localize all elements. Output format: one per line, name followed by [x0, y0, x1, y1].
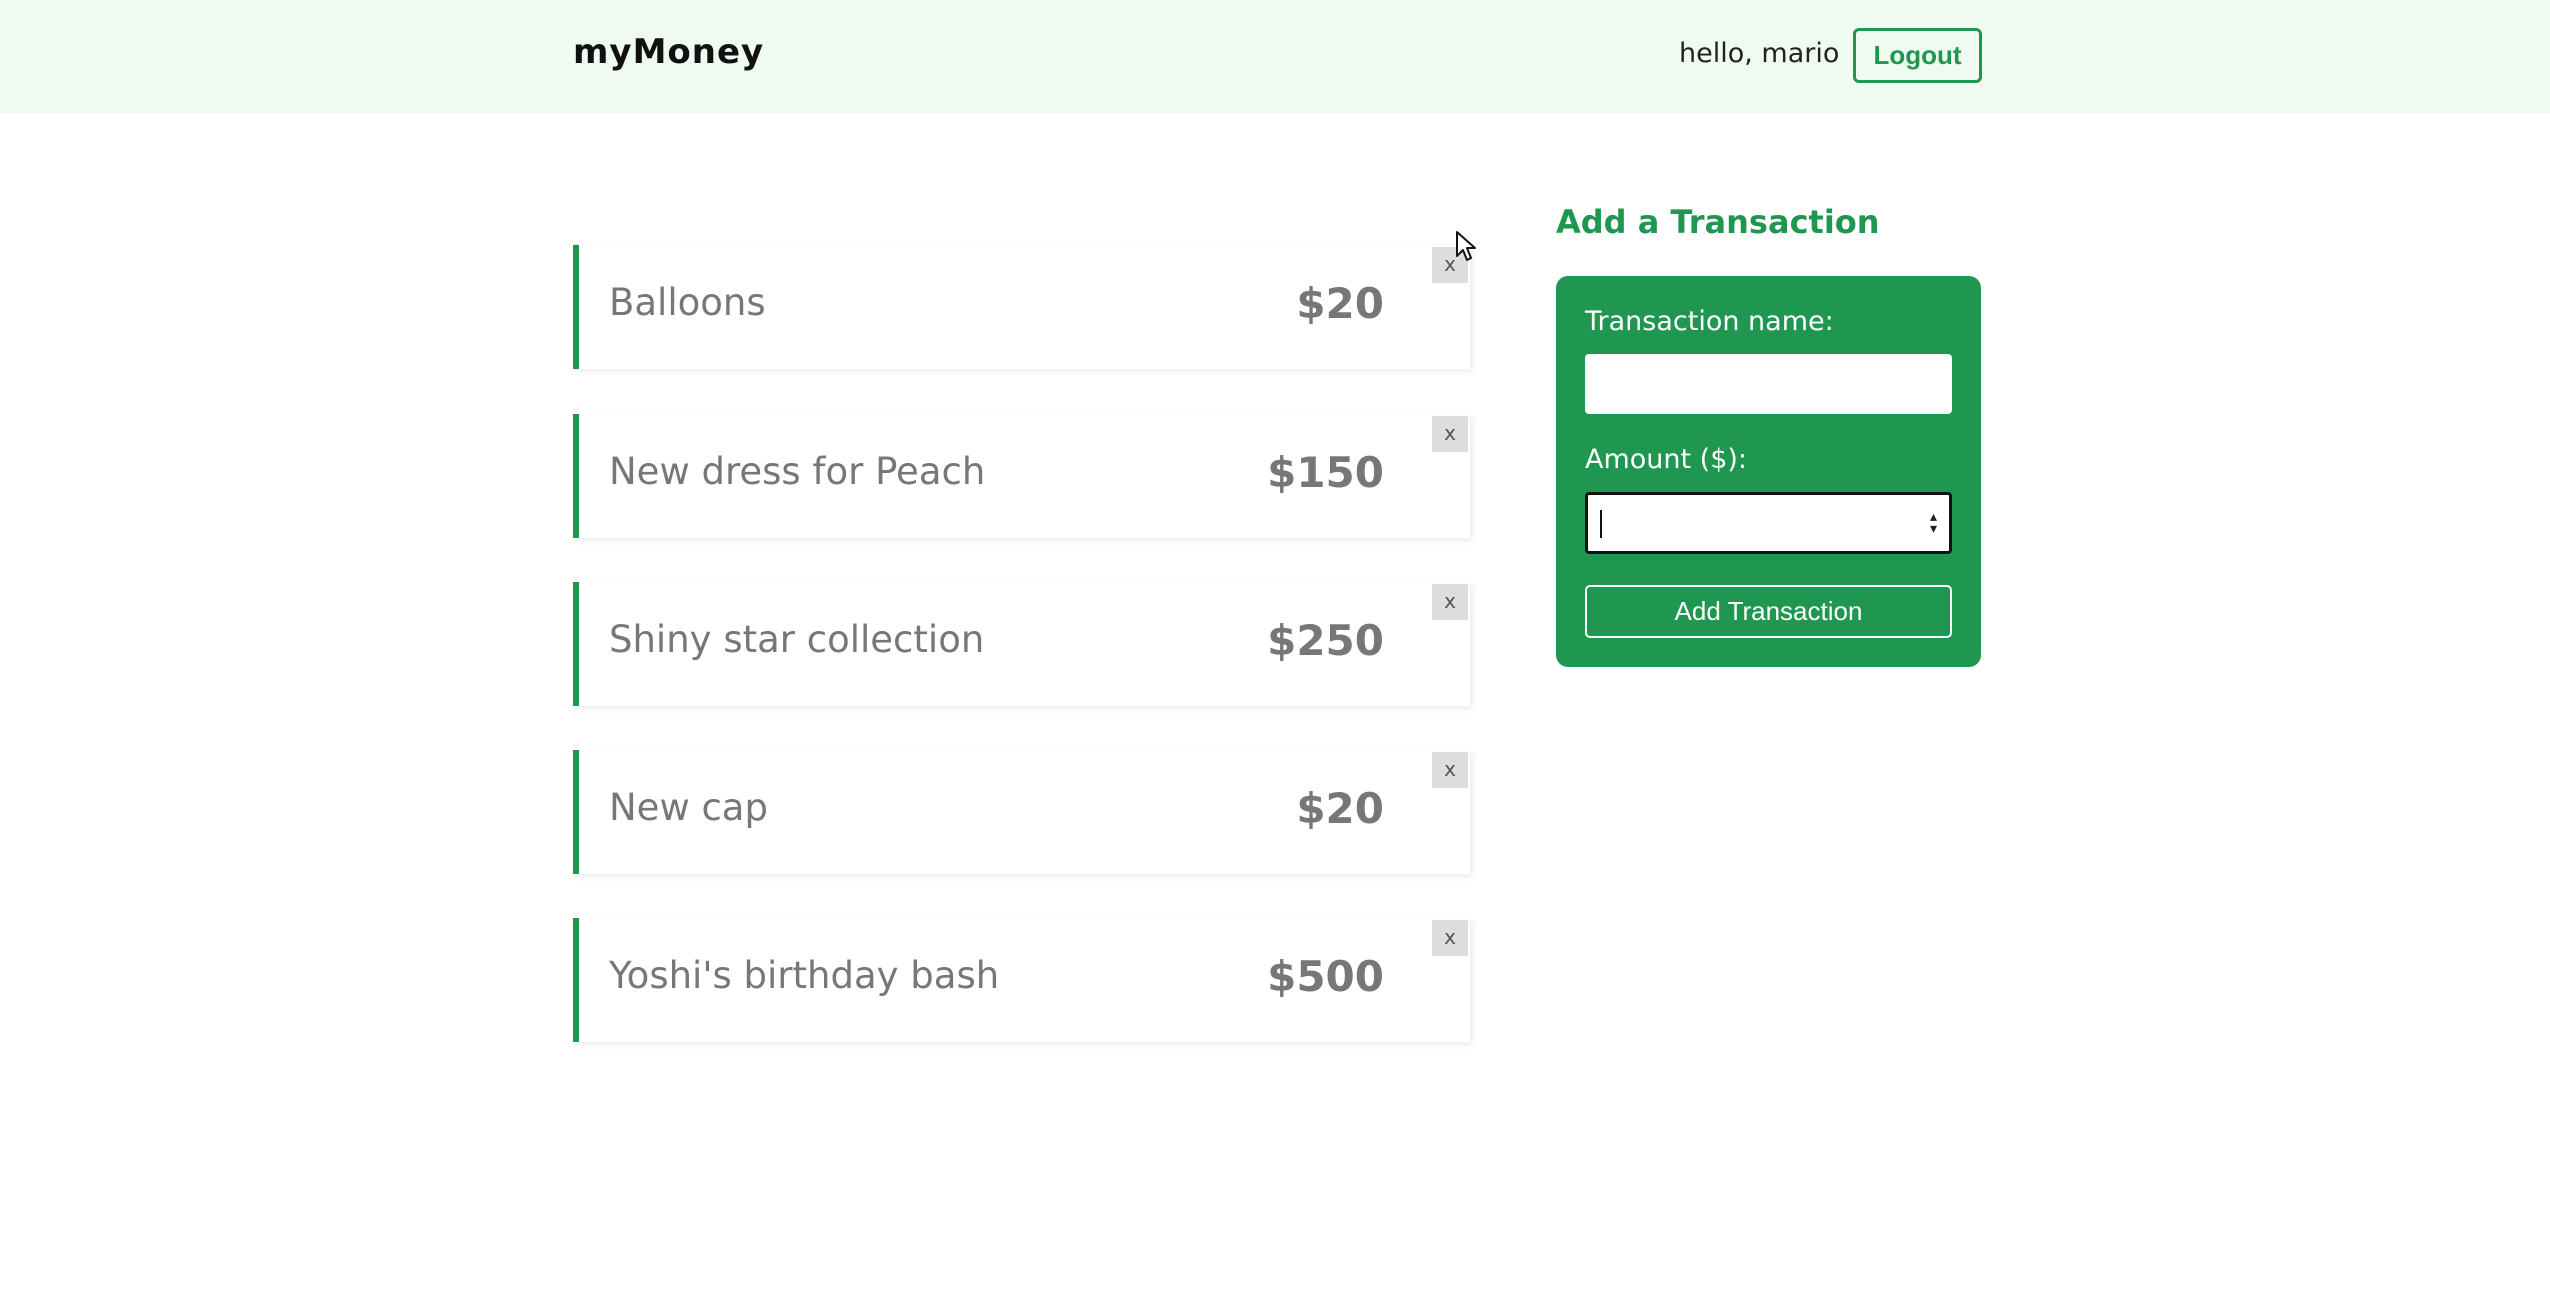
transaction-name-label: Transaction name: — [1585, 306, 1834, 337]
amount-label: Amount ($): — [1585, 444, 1748, 475]
brand-logo[interactable]: myMoney — [573, 32, 764, 72]
transaction-amount: $150 — [1267, 448, 1384, 497]
transaction-name: Yoshi's birthday bash — [609, 954, 1000, 997]
navbar: myMoney hello, mario Logout — [0, 0, 2550, 113]
amount-input[interactable]: ▴ ▾ — [1585, 492, 1952, 554]
add-transaction-form: Transaction name: Amount ($): ▴ ▾ Add Tra… — [1556, 276, 1981, 667]
transaction-amount: $20 — [1296, 784, 1384, 833]
transaction-name: New cap — [609, 786, 768, 829]
delete-transaction-button[interactable]: x — [1432, 584, 1468, 620]
transaction-item: Shiny star collection $250 x — [573, 582, 1470, 706]
transaction-amount: $20 — [1296, 279, 1384, 328]
transaction-item: New cap $20 x — [573, 750, 1470, 874]
delete-transaction-button[interactable]: x — [1432, 416, 1468, 452]
delete-transaction-button[interactable]: x — [1432, 752, 1468, 788]
text-caret — [1600, 510, 1602, 538]
transaction-amount: $250 — [1267, 616, 1384, 665]
transaction-item: Yoshi's birthday bash $500 x — [573, 918, 1470, 1042]
add-transaction-title: Add a Transaction — [1556, 203, 1880, 241]
delete-transaction-button[interactable]: x — [1432, 920, 1468, 956]
add-transaction-button[interactable]: Add Transaction — [1585, 585, 1952, 638]
number-spinner-icon[interactable]: ▴ ▾ — [1930, 510, 1937, 536]
transaction-item: New dress for Peach $150 x — [573, 414, 1470, 538]
transaction-item: Balloons $20 x — [573, 245, 1470, 369]
transaction-name: Balloons — [609, 281, 766, 324]
mouse-pointer-icon — [1455, 230, 1477, 266]
transaction-amount: $500 — [1267, 952, 1384, 1001]
logout-button[interactable]: Logout — [1853, 28, 1982, 83]
transaction-name: New dress for Peach — [609, 450, 986, 493]
user-greeting: hello, mario — [1679, 38, 1840, 69]
transaction-name-input[interactable] — [1585, 354, 1952, 414]
transaction-name: Shiny star collection — [609, 618, 985, 661]
